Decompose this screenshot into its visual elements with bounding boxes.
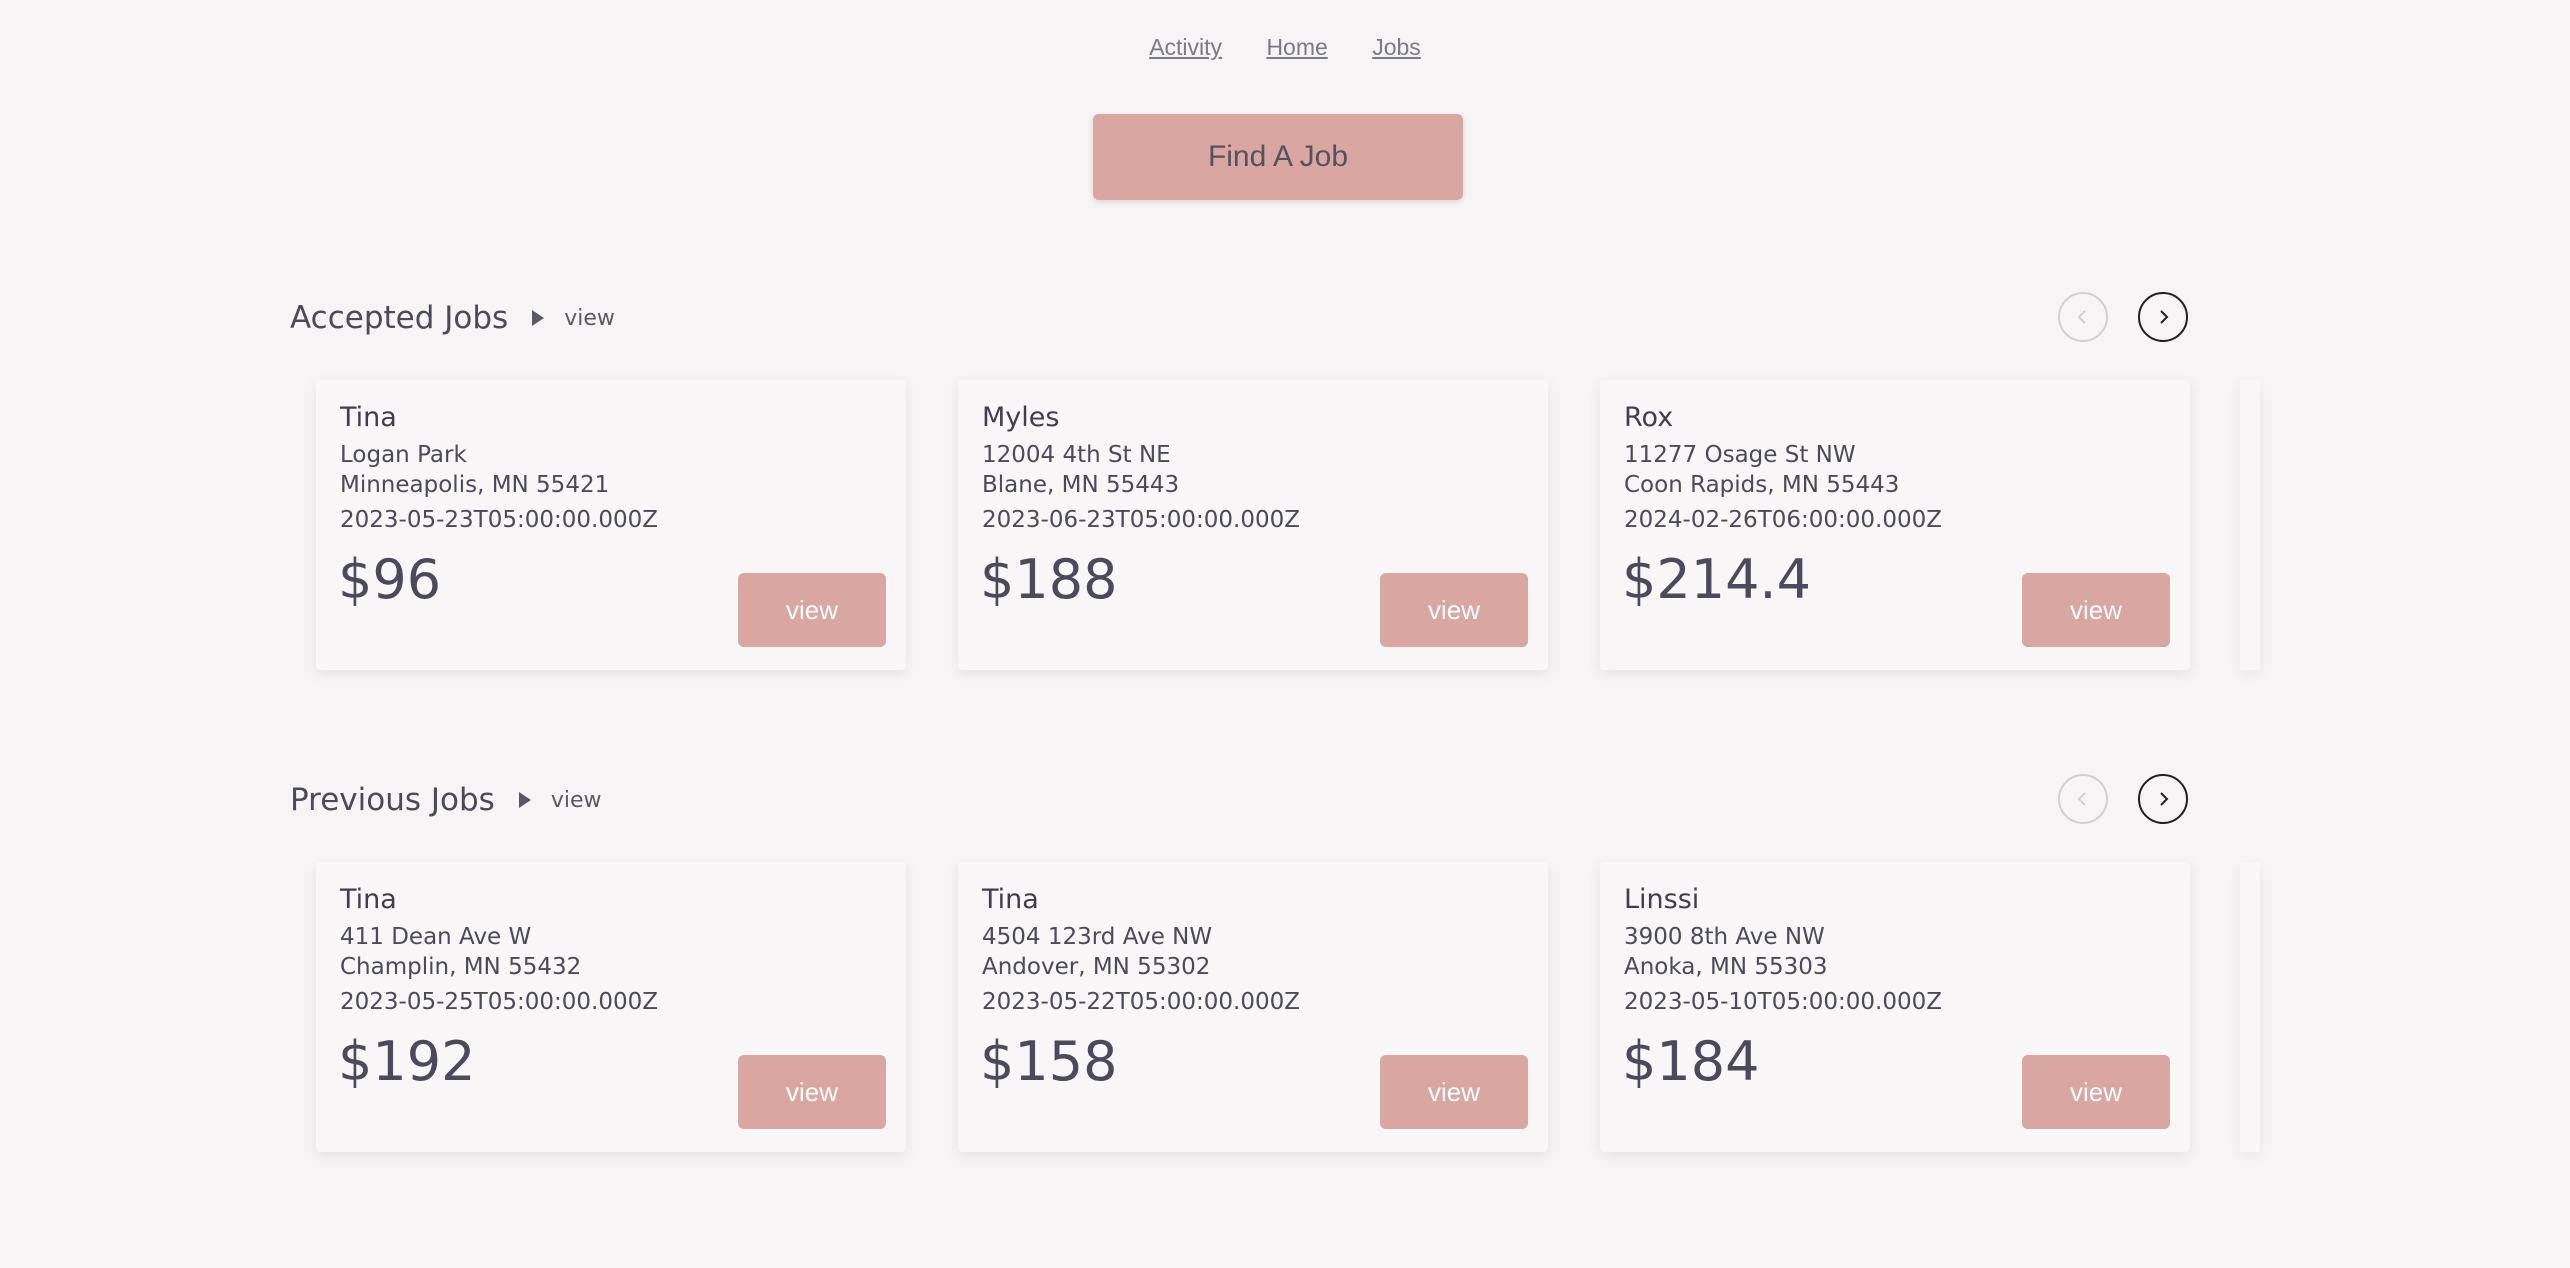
job-address-line1: Logan Park	[340, 442, 467, 468]
job-address-line2: Coon Rapids, MN 55443	[1624, 472, 1900, 498]
nav-link-activity[interactable]: Activity	[1149, 34, 1222, 60]
nav-link-home[interactable]: Home	[1266, 34, 1327, 60]
job-client-name: Myles	[982, 402, 1060, 433]
carousel-prev-button[interactable]	[2058, 292, 2108, 342]
job-card: Myles 12004 4th St NE Blane, MN 55443 20…	[958, 380, 1548, 670]
next-card-peek	[2240, 862, 2260, 1152]
job-client-name: Tina	[340, 884, 397, 915]
job-view-button[interactable]: view	[738, 1055, 886, 1129]
job-address-line1: 411 Dean Ave W	[340, 924, 532, 950]
job-date: 2023-05-23T05:00:00.000Z	[340, 507, 658, 533]
play-icon	[518, 792, 531, 808]
job-price: $188	[980, 548, 1118, 611]
previous-jobs-header: Previous Jobs view	[290, 770, 601, 830]
job-client-name: Tina	[340, 402, 397, 433]
job-date: 2023-05-22T05:00:00.000Z	[982, 989, 1300, 1015]
job-address-line1: 4504 123rd Ave NW	[982, 924, 1213, 950]
job-address-line2: Andover, MN 55302	[982, 954, 1211, 980]
carousel-next-button[interactable]	[2138, 292, 2188, 342]
job-date: 2023-05-10T05:00:00.000Z	[1624, 989, 1942, 1015]
top-nav: Activity Home Jobs	[0, 34, 2570, 61]
job-date: 2023-06-23T05:00:00.000Z	[982, 507, 1300, 533]
nav-link-jobs[interactable]: Jobs	[1372, 34, 1421, 60]
job-view-button[interactable]: view	[2022, 573, 2170, 647]
job-address-line2: Minneapolis, MN 55421	[340, 472, 610, 498]
job-card: Rox 11277 Osage St NW Coon Rapids, MN 55…	[1600, 380, 2190, 670]
job-client-name: Rox	[1624, 402, 1674, 433]
section-title: Previous Jobs	[290, 782, 495, 818]
job-card: Tina Logan Park Minneapolis, MN 55421 20…	[316, 380, 906, 670]
section-title: Accepted Jobs	[290, 300, 509, 336]
carousel-prev-button[interactable]	[2058, 774, 2108, 824]
next-card-peek	[2240, 380, 2260, 670]
job-address-line2: Anoka, MN 55303	[1624, 954, 1828, 980]
chevron-left-icon	[2077, 792, 2086, 806]
job-price: $192	[338, 1030, 476, 1093]
job-address-line2: Blane, MN 55443	[982, 472, 1180, 498]
job-address-line1: 12004 4th St NE	[982, 442, 1171, 468]
job-client-name: Tina	[982, 884, 1039, 915]
job-client-name: Linssi	[1624, 884, 1700, 915]
job-view-button[interactable]: view	[1380, 573, 1528, 647]
job-view-button[interactable]: view	[738, 573, 886, 647]
job-price: $184	[1622, 1030, 1760, 1093]
carousel-next-button[interactable]	[2138, 774, 2188, 824]
accepted-jobs-header: Accepted Jobs view	[290, 288, 615, 348]
play-icon	[532, 310, 545, 326]
job-card: Tina 4504 123rd Ave NW Andover, MN 55302…	[958, 862, 1548, 1152]
chevron-right-icon	[2160, 310, 2169, 324]
page: Activity Home Jobs Find A Job Accepted J…	[0, 0, 2570, 1268]
job-view-button[interactable]: view	[2022, 1055, 2170, 1129]
job-card: Tina 411 Dean Ave W Champlin, MN 55432 2…	[316, 862, 906, 1152]
job-price: $158	[980, 1030, 1118, 1093]
job-card: Linssi 3900 8th Ave NW Anoka, MN 55303 2…	[1600, 862, 2190, 1152]
job-price: $96	[338, 548, 442, 611]
job-price: $214.4	[1622, 548, 1811, 611]
job-date: 2024-02-26T06:00:00.000Z	[1624, 507, 1942, 533]
find-a-job-button[interactable]: Find A Job	[1093, 114, 1463, 200]
chevron-left-icon	[2077, 310, 2086, 324]
job-address-line1: 11277 Osage St NW	[1624, 442, 1856, 468]
job-address-line1: 3900 8th Ave NW	[1624, 924, 1825, 950]
job-view-button[interactable]: view	[1380, 1055, 1528, 1129]
job-address-line2: Champlin, MN 55432	[340, 954, 582, 980]
section-view-link[interactable]: view	[564, 306, 615, 331]
job-date: 2023-05-25T05:00:00.000Z	[340, 989, 658, 1015]
section-view-link[interactable]: view	[551, 788, 602, 813]
chevron-right-icon	[2160, 792, 2169, 806]
